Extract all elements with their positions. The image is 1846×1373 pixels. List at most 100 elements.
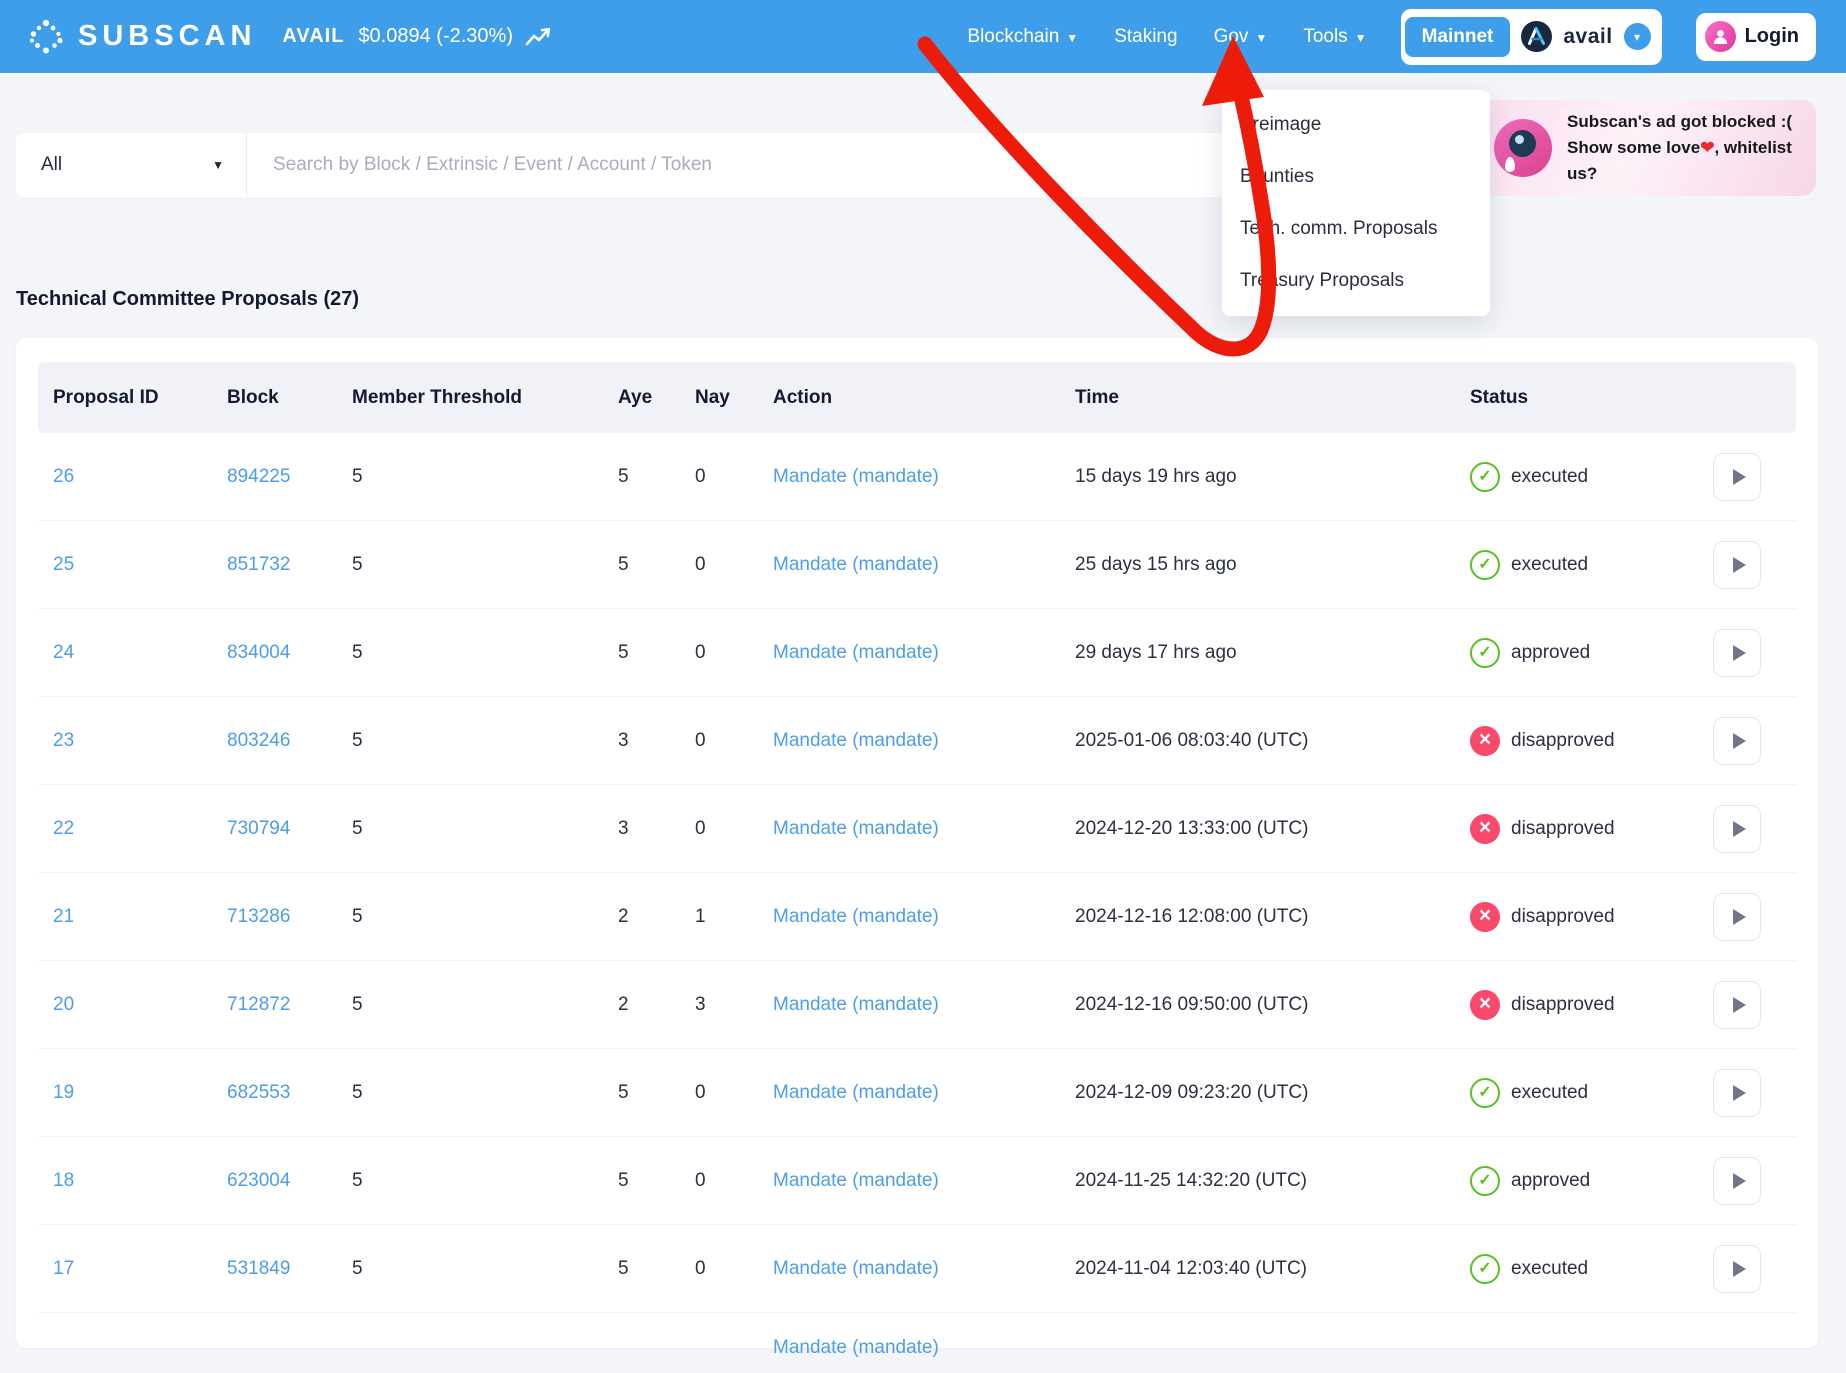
block-link[interactable]: 851732 — [227, 554, 290, 576]
column-header-status: Status — [1470, 387, 1528, 409]
proposal-id-link[interactable]: 19 — [53, 1082, 74, 1104]
status-icon: ✓ — [1470, 1078, 1500, 1108]
action-link[interactable]: Mandate (mandate) — [773, 1170, 939, 1192]
row-expand-button[interactable] — [1713, 541, 1761, 589]
nav-item-gov[interactable]: Gov▼ — [1214, 26, 1268, 48]
row-expand-button[interactable] — [1713, 1157, 1761, 1205]
aye-value: 5 — [618, 554, 629, 576]
status-label: disapproved — [1511, 818, 1615, 840]
network-name: avail — [1563, 25, 1612, 49]
row-expand-button[interactable] — [1713, 805, 1761, 853]
time-value: 15 days 19 hrs ago — [1075, 466, 1237, 488]
time-value: 2024-11-04 12:03:40 (UTC) — [1075, 1258, 1307, 1280]
chevron-down-icon: ▼ — [1255, 29, 1267, 44]
proposal-id-link[interactable]: 22 — [53, 818, 74, 840]
play-icon — [1733, 1261, 1746, 1277]
status-label: approved — [1511, 642, 1590, 664]
proposal-id-link[interactable]: 17 — [53, 1258, 74, 1280]
menu-item-bounties[interactable]: Bounties — [1222, 151, 1490, 203]
price-chart-icon[interactable] — [525, 26, 552, 48]
row-expand-button[interactable] — [1713, 717, 1761, 765]
network-selector[interactable]: Mainnet avail ▾ — [1401, 9, 1662, 65]
column-header-time: Time — [1075, 387, 1119, 409]
table-rows: 26 894225 5 5 0 Mandate (mandate) 15 day… — [38, 433, 1796, 1313]
block-link[interactable]: 712872 — [227, 994, 290, 1016]
menu-item-tech-comm-proposals[interactable]: Tech. comm. Proposals — [1222, 203, 1490, 255]
play-icon — [1733, 733, 1746, 749]
aye-value: 5 — [618, 642, 629, 664]
table-row: 22 730794 5 3 0 Mandate (mandate) 2024-1… — [38, 785, 1796, 873]
block-link[interactable]: 713286 — [227, 906, 290, 928]
block-link[interactable]: 623004 — [227, 1170, 290, 1192]
row-expand-button[interactable] — [1713, 453, 1761, 501]
block-link[interactable]: 894225 — [227, 466, 290, 488]
status-badge: ✓ executed — [1470, 550, 1588, 580]
search-filter-select[interactable]: All ▼ — [16, 133, 247, 197]
aye-value: 5 — [618, 1258, 629, 1280]
action-link[interactable]: Mandate (mandate) — [773, 818, 939, 840]
proposal-id-link[interactable]: 23 — [53, 730, 74, 752]
row-expand-button[interactable] — [1713, 1245, 1761, 1293]
nav-item-tools[interactable]: Tools ▼ — [1303, 26, 1366, 48]
ad-blocked-banner: Subscan's ad got blocked :( Show some lo… — [1480, 100, 1816, 196]
menu-item-treasury-proposals[interactable]: Treasury Proposals — [1222, 255, 1490, 307]
status-label: executed — [1511, 1082, 1588, 1104]
chevron-down-icon: ▼ — [1355, 29, 1367, 44]
user-avatar-icon — [1705, 21, 1736, 52]
proposal-id-link[interactable]: 21 — [53, 906, 74, 928]
play-icon — [1733, 1085, 1746, 1101]
play-icon — [1733, 557, 1746, 573]
member-threshold-value: 5 — [352, 1258, 363, 1280]
member-threshold-value: 5 — [352, 730, 363, 752]
action-link[interactable]: Mandate (mandate) — [773, 1337, 939, 1359]
status-label: executed — [1511, 466, 1588, 488]
block-link[interactable]: 834004 — [227, 642, 290, 664]
token-symbol: AVAIL — [282, 25, 344, 48]
proposal-id-link[interactable]: 25 — [53, 554, 74, 576]
login-button[interactable]: Login — [1696, 13, 1816, 61]
row-expand-button[interactable] — [1713, 893, 1761, 941]
block-link[interactable]: 682553 — [227, 1082, 290, 1104]
chevron-down-icon[interactable]: ▾ — [1624, 23, 1651, 50]
action-link[interactable]: Mandate (mandate) — [773, 642, 939, 664]
row-expand-button[interactable] — [1713, 981, 1761, 1029]
proposal-id-link[interactable]: 24 — [53, 642, 74, 664]
table-row: 26 894225 5 5 0 Mandate (mandate) 15 day… — [38, 433, 1796, 521]
mainnet-button[interactable]: Mainnet — [1405, 17, 1511, 57]
proposal-id-link[interactable]: 18 — [53, 1170, 74, 1192]
block-link[interactable]: 803246 — [227, 730, 290, 752]
member-threshold-value: 5 — [352, 906, 363, 928]
action-link[interactable]: Mandate (mandate) — [773, 1258, 939, 1280]
proposal-id-link[interactable]: 26 — [53, 466, 74, 488]
nav-item-label: Tools — [1303, 26, 1347, 48]
nav-item-blockchain[interactable]: Blockchain▼ — [967, 26, 1078, 48]
row-expand-button[interactable] — [1713, 629, 1761, 677]
aye-value: 5 — [618, 466, 629, 488]
table-row: 19 682553 5 5 0 Mandate (mandate) 2024-1… — [38, 1049, 1796, 1137]
row-expand-button[interactable] — [1713, 1069, 1761, 1117]
login-label: Login — [1745, 25, 1799, 48]
action-link[interactable]: Mandate (mandate) — [773, 466, 939, 488]
action-link[interactable]: Mandate (mandate) — [773, 730, 939, 752]
column-header-action: Action — [773, 387, 832, 409]
aye-value: 2 — [618, 994, 629, 1016]
action-link[interactable]: Mandate (mandate) — [773, 994, 939, 1016]
menu-item-preimage[interactable]: Preimage — [1222, 99, 1490, 151]
status-icon: ✓ — [1470, 1166, 1500, 1196]
action-link[interactable]: Mandate (mandate) — [773, 906, 939, 928]
proposal-id-link[interactable]: 20 — [53, 994, 74, 1016]
block-link[interactable]: 730794 — [227, 818, 290, 840]
status-label: executed — [1511, 1258, 1588, 1280]
block-link[interactable]: 531849 — [227, 1258, 290, 1280]
nav-item-staking[interactable]: Staking — [1114, 26, 1177, 48]
brand-wordmark: SUBSCAN — [78, 20, 256, 53]
action-link[interactable]: Mandate (mandate) — [773, 554, 939, 576]
time-value: 2024-12-20 13:33:00 (UTC) — [1075, 818, 1308, 840]
status-icon: ✓ — [1470, 462, 1500, 492]
top-bar: SUBSCAN AVAIL $0.0894 (-2.30%) Blockchai… — [0, 0, 1846, 73]
column-header-nay: Nay — [695, 387, 730, 409]
nay-value: 3 — [695, 994, 706, 1016]
action-link[interactable]: Mandate (mandate) — [773, 1082, 939, 1104]
token-price: $0.0894 (-2.30%) — [358, 25, 513, 48]
table-row: 25 851732 5 5 0 Mandate (mandate) 25 day… — [38, 521, 1796, 609]
